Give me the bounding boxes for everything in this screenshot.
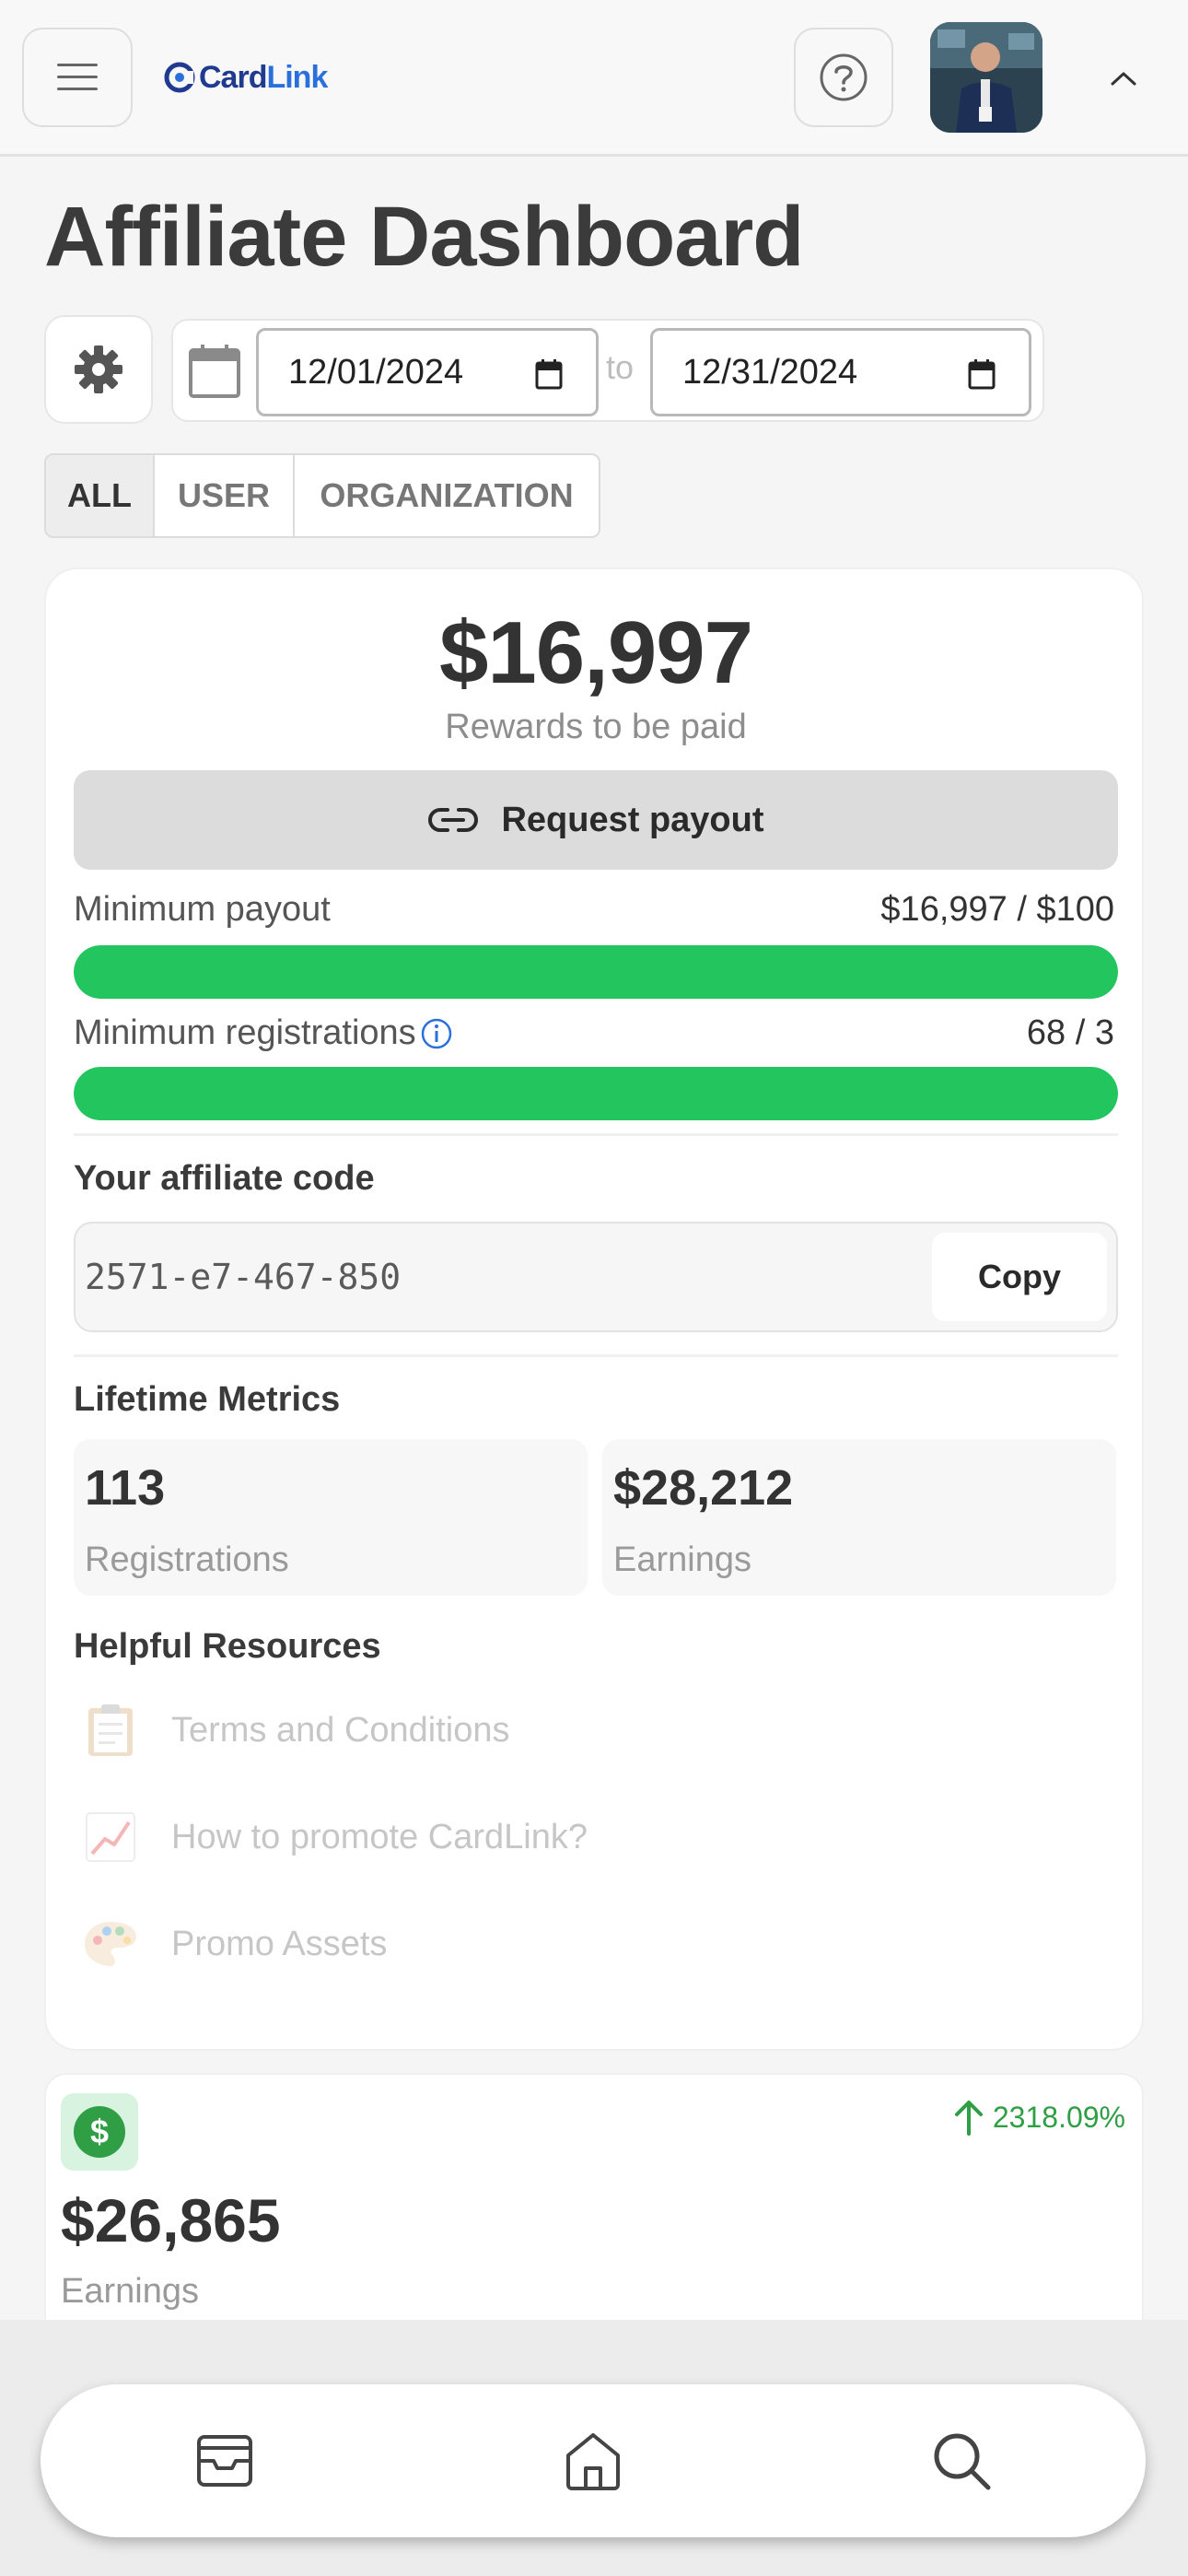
user-avatar[interactable] [930,22,1042,133]
min-payout-value: $16,997 / $100 [880,890,1114,929]
earnings-card-value: $26,865 [61,2186,281,2254]
earnings-value: $28,212 [613,1460,794,1516]
start-date-input[interactable]: 12/01/2024 [256,328,599,416]
home-icon [566,2433,620,2490]
resource-promote-label: How to promote CardLink? [171,1817,588,1856]
segment-user[interactable]: USER [155,455,295,536]
min-payout-progress-bar [74,945,1118,999]
min-registrations-row: Minimum registrations [74,1013,453,1053]
nav-search-button[interactable] [906,2406,1017,2516]
earnings-change: 2318.09% [992,2100,1125,2134]
to-label: to [606,348,635,386]
svg-text:$: $ [90,2113,109,2150]
bottom-nav [41,2384,1146,2537]
segment-all[interactable]: ALL [46,455,155,536]
segment-organization[interactable]: ORGANIZATION [295,455,599,536]
resource-promo-assets-label: Promo Assets [171,1924,388,1963]
chart-increasing-icon [83,1809,138,1865]
avatar-photo [930,22,1042,133]
resource-promote-link[interactable]: How to promote CardLink? [83,1800,588,1874]
min-registrations-progress-fill [74,1067,1118,1120]
nav-home-button[interactable] [538,2406,648,2516]
calendar-picker-icon[interactable] [968,358,996,390]
registrations-metric: 113 Registrations [74,1439,588,1596]
affiliate-code-value: 2571-e7-467-850 [85,1257,402,1297]
request-payout-label: Request payout [501,800,764,839]
min-payout-label: Minimum payout [74,890,331,929]
clipboard-icon [83,1703,138,1758]
request-payout-button[interactable]: Request payout [74,770,1118,870]
rewards-amount: $16,997 [438,603,753,702]
registrations-label: Registrations [85,1540,289,1579]
earnings-label: Earnings [613,1540,751,1579]
divider [74,1354,1118,1357]
divider [74,1133,1118,1136]
gear-icon [75,345,122,393]
logo-mark-icon [164,62,195,93]
min-payout-progress-fill [74,945,1118,999]
dollar-badge: $ [61,2093,138,2171]
inbox-icon [197,2435,252,2487]
min-registrations-label: Minimum registrations [74,1013,416,1052]
audience-segmented-control: ALL USER ORGANIZATION [44,453,600,538]
earnings-card-label: Earnings [61,2272,199,2311]
cardlink-logo[interactable]: CardLink [164,57,328,98]
earnings-metric: $28,212 Earnings [602,1439,1116,1596]
registrations-value: 113 [85,1460,166,1516]
rewards-card: $16,997 Rewards to be paid Request payou… [44,568,1144,2051]
app-header: CardLink [0,0,1188,157]
end-date-value: 12/31/2024 [682,352,858,392]
help-button[interactable] [794,28,893,127]
settings-button[interactable] [44,315,153,424]
info-icon[interactable] [420,1017,453,1050]
nav-inbox-button[interactable] [169,2406,280,2516]
lifetime-metrics-heading: Lifetime Metrics [74,1380,341,1419]
rewards-label: Rewards to be paid [445,708,747,746]
date-range-picker: 12/01/2024 to 12/31/2024 [171,319,1044,422]
question-circle-icon [820,53,868,101]
chevron-up-icon [1111,72,1136,86]
hamburger-icon [57,64,98,90]
copy-code-button[interactable]: Copy [932,1233,1107,1321]
start-date-value: 12/01/2024 [288,352,464,392]
arrow-up-icon [954,2101,983,2136]
min-registrations-progress-bar [74,1067,1118,1120]
menu-button[interactable] [22,28,133,127]
helpful-resources-heading: Helpful Resources [74,1627,381,1666]
collapse-button[interactable] [1098,55,1149,101]
affiliate-code-heading: Your affiliate code [74,1159,375,1198]
earnings-trend: 2318.09% [952,2099,1125,2136]
calendar-icon[interactable] [188,343,241,400]
calendar-picker-icon[interactable] [535,358,563,390]
logo-text: CardLink [199,59,328,95]
link-icon [428,808,479,832]
search-icon [934,2433,991,2490]
page-title: Affiliate Dashboard [44,190,804,284]
end-date-input[interactable]: 12/31/2024 [650,328,1031,416]
palette-icon [83,1916,138,1972]
dollar-icon: $ [74,2106,125,2158]
affiliate-code-field[interactable]: 2571-e7-467-850 Copy [74,1222,1118,1332]
resource-terms-label: Terms and Conditions [171,1710,510,1750]
min-registrations-value: 68 / 3 [1026,1013,1114,1052]
resource-promo-assets-link[interactable]: Promo Assets [83,1907,387,1981]
resource-terms-link[interactable]: Terms and Conditions [83,1693,510,1767]
